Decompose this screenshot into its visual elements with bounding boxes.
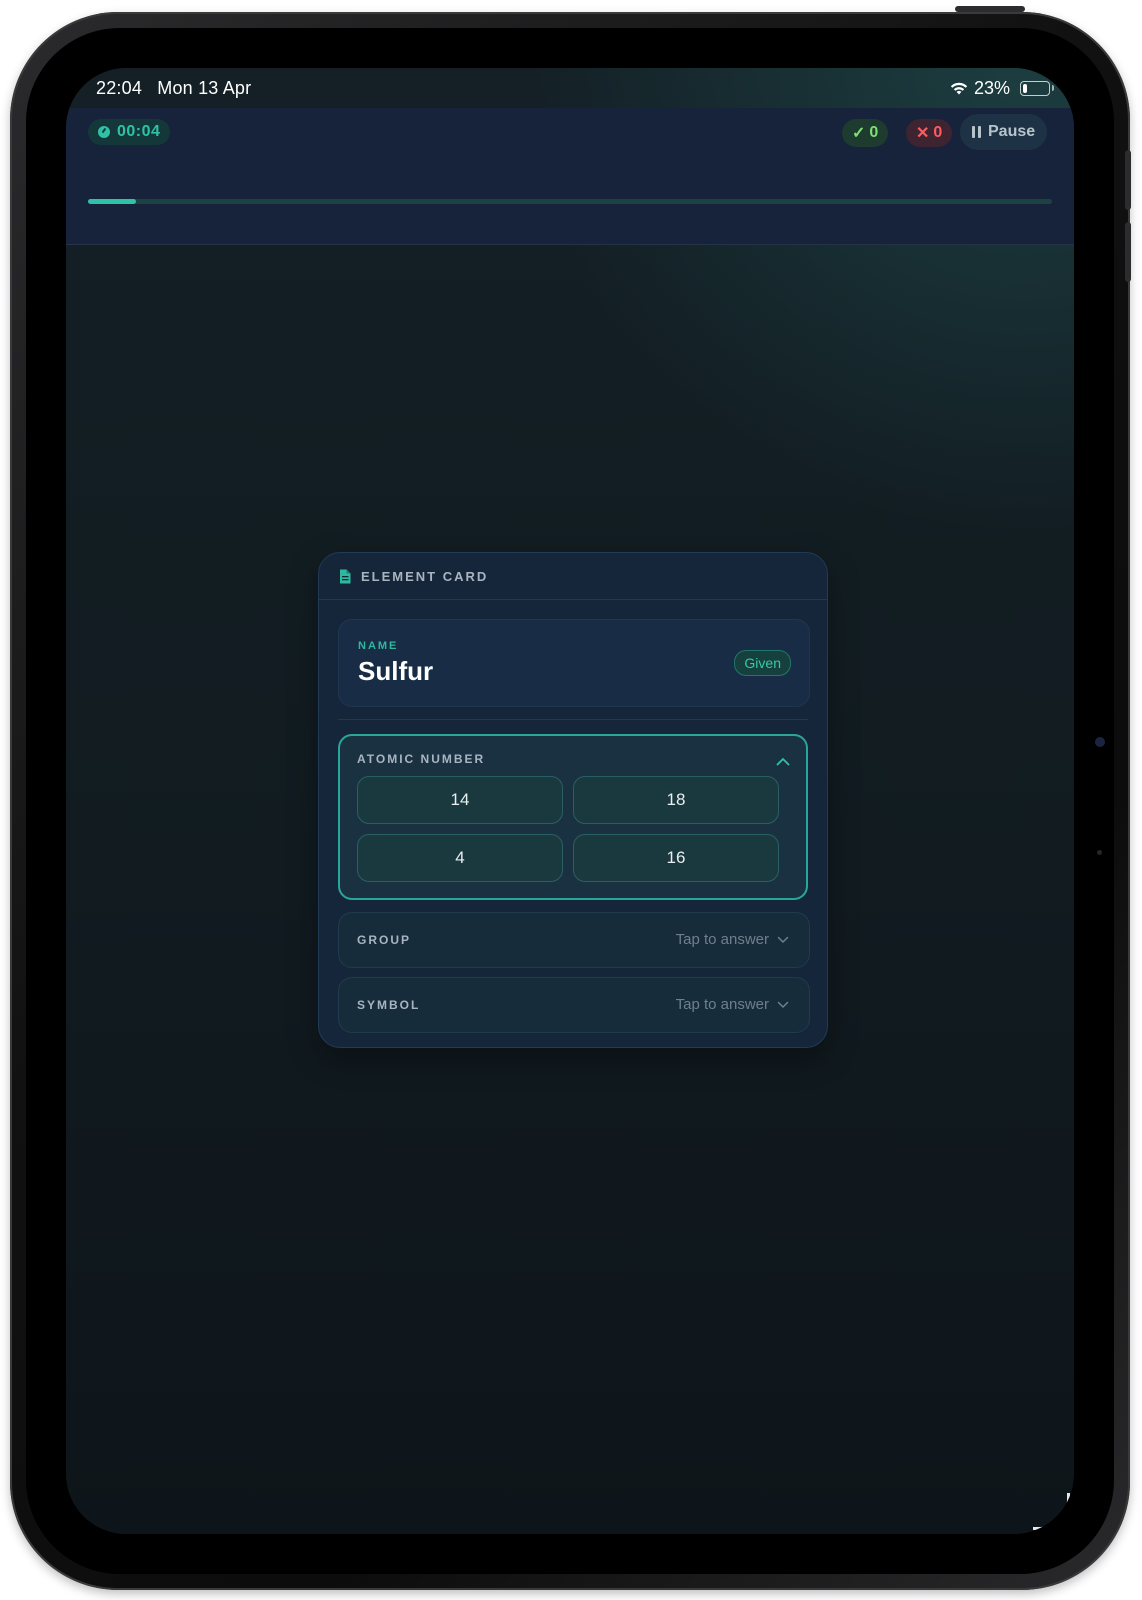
- wrong-count-badge: ✕ 0: [906, 119, 953, 147]
- camera-icon: [1095, 737, 1105, 747]
- wifi-icon: [950, 82, 968, 95]
- group-question[interactable]: GROUP Tap to answer: [338, 912, 810, 968]
- group-hint: Tap to answer: [675, 931, 769, 948]
- status-date: Mon 13 Apr: [157, 78, 252, 98]
- element-name: Sulfur: [358, 656, 434, 686]
- quiz-top-bar: 00:04 ✓ 0 ✕ 0 Pause: [66, 108, 1074, 245]
- card-header: ELEMENT CARD: [319, 553, 827, 600]
- symbol-question[interactable]: SYMBOL Tap to answer: [338, 977, 810, 1033]
- battery-percentage: 23%: [973, 78, 1010, 98]
- screen: 22:04 Mon 13 Apr 23% 00:04 ✓ 0 ✕ 0 Pause…: [66, 68, 1074, 1534]
- answer-option[interactable]: 18: [573, 776, 779, 824]
- element-card: ELEMENT CARD NAME Sulfur Given ATOMIC NU…: [318, 552, 828, 1048]
- symbol-hint: Tap to answer: [675, 996, 769, 1013]
- quiz-progress-bar: [88, 199, 1052, 204]
- atomic-number-question: ATOMIC NUMBER 14 18 4 16: [338, 734, 808, 900]
- name-label: NAME: [358, 640, 399, 652]
- battery-level: [1023, 84, 1028, 93]
- name-field: NAME Sulfur Given: [338, 619, 810, 707]
- atomic-number-label: ATOMIC NUMBER: [357, 752, 486, 766]
- battery-icon: [1020, 81, 1054, 96]
- symbol-label: SYMBOL: [357, 998, 421, 1012]
- quiz-progress-fill: [88, 199, 137, 204]
- pause-icon: [972, 126, 981, 138]
- top-button: [955, 6, 1025, 12]
- correct-count: 0: [869, 124, 879, 141]
- given-badge: Given: [734, 650, 791, 676]
- status-time: 22:04: [96, 78, 143, 98]
- pause-label: Pause: [988, 123, 1036, 140]
- timer-value: 00:04: [117, 123, 161, 140]
- document-icon: [339, 569, 351, 584]
- status-bar: 22:04 Mon 13 Apr 23%: [66, 68, 1074, 108]
- answer-option[interactable]: 16: [573, 834, 779, 882]
- correct-count-badge: ✓ 0: [842, 119, 889, 147]
- group-label: GROUP: [357, 933, 412, 947]
- clock-icon: [98, 126, 110, 138]
- pause-button[interactable]: Pause: [960, 114, 1048, 150]
- chevron-down-icon: [777, 931, 789, 948]
- chevron-down-icon: [777, 996, 789, 1013]
- sensor-dot: [1097, 850, 1102, 855]
- cross-icon: ✕: [916, 125, 930, 142]
- timer-pill: 00:04: [88, 119, 171, 145]
- wrong-count: 0: [933, 124, 943, 141]
- volume-up-button: [1125, 150, 1131, 210]
- volume-down-button: [1125, 222, 1131, 282]
- answer-option[interactable]: 4: [357, 834, 563, 882]
- answer-option[interactable]: 14: [357, 776, 563, 824]
- checkmark-icon: ✓: [852, 125, 866, 142]
- divider: [338, 719, 808, 720]
- chevron-up-icon[interactable]: [776, 753, 790, 771]
- card-title: ELEMENT CARD: [361, 568, 489, 584]
